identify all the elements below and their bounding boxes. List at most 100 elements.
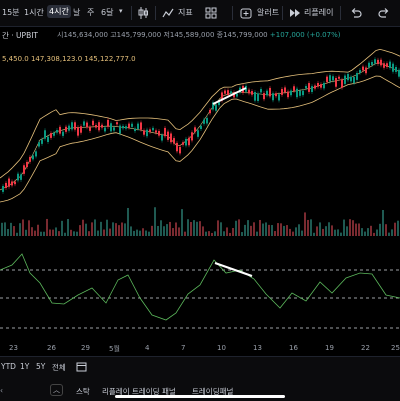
candle bbox=[269, 87, 271, 97]
trend-line-oscillator[interactable] bbox=[214, 262, 253, 277]
candle bbox=[251, 91, 253, 95]
volume-bar bbox=[271, 225, 273, 236]
chevron-down-icon[interactable]: ▾ bbox=[119, 7, 123, 15]
candle bbox=[329, 75, 331, 82]
candle bbox=[77, 127, 79, 136]
chevron-up-icon[interactable]: ︿ bbox=[50, 384, 63, 396]
toolbar-divider bbox=[232, 6, 233, 20]
legend-open: 시145,634,000 bbox=[57, 31, 108, 39]
volume-bar bbox=[154, 207, 156, 236]
candle bbox=[374, 59, 376, 64]
time-axis-label: 26 bbox=[47, 344, 56, 352]
volume-bar bbox=[352, 220, 354, 236]
volume-bar bbox=[364, 231, 366, 236]
candle bbox=[89, 127, 91, 131]
candle bbox=[23, 165, 25, 174]
volume-bar bbox=[76, 231, 78, 236]
candle bbox=[248, 89, 250, 94]
candle bbox=[188, 137, 190, 146]
candle bbox=[314, 85, 316, 89]
candle bbox=[209, 109, 211, 114]
alert-icon[interactable] bbox=[240, 7, 252, 19]
alert-button[interactable]: 알러트 bbox=[257, 7, 279, 18]
home-indicator bbox=[115, 395, 285, 398]
indicators-button[interactable]: 지표 bbox=[178, 7, 193, 18]
interval-week[interactable]: 주 bbox=[87, 7, 94, 18]
volume-bar bbox=[373, 232, 375, 236]
time-axis-label: 13 bbox=[253, 344, 262, 352]
volume-bar bbox=[343, 219, 345, 236]
candle bbox=[116, 122, 118, 125]
candle bbox=[281, 88, 283, 95]
volume-bar bbox=[325, 226, 327, 236]
candle bbox=[164, 127, 166, 137]
candle bbox=[278, 94, 280, 101]
volume-bar bbox=[199, 221, 201, 236]
candle bbox=[26, 161, 28, 168]
volume-bar bbox=[10, 222, 12, 236]
layout-icon[interactable] bbox=[205, 7, 217, 19]
candle-icon[interactable] bbox=[138, 7, 148, 19]
candle bbox=[260, 88, 262, 93]
volume-bar bbox=[133, 230, 135, 236]
candle bbox=[380, 59, 382, 66]
price-chart[interactable] bbox=[0, 26, 400, 356]
candle bbox=[236, 93, 238, 97]
candle bbox=[182, 142, 184, 145]
candle bbox=[197, 130, 199, 137]
volume-bar bbox=[226, 227, 228, 236]
volume-bar bbox=[310, 219, 312, 236]
trend-line-price[interactable] bbox=[212, 87, 247, 105]
candle bbox=[305, 86, 307, 89]
volume-bar bbox=[313, 232, 315, 236]
time-axis-label: 29 bbox=[81, 344, 90, 352]
chevron-left-icon[interactable]: ‹ bbox=[0, 386, 3, 395]
volume-bar bbox=[370, 225, 372, 236]
indicators-icon[interactable] bbox=[162, 7, 174, 19]
candle bbox=[35, 151, 37, 157]
redo-icon[interactable] bbox=[378, 7, 390, 19]
volume-bar bbox=[43, 231, 45, 236]
range-1y[interactable]: 1Y bbox=[20, 362, 29, 371]
candle bbox=[53, 132, 55, 136]
replay-icon[interactable] bbox=[289, 8, 301, 18]
stock-tab[interactable]: 스탁 bbox=[76, 386, 90, 397]
toolbar-divider bbox=[340, 6, 341, 20]
interval-4h[interactable]: 4시간 bbox=[47, 5, 71, 18]
legend-low: 저145,589,000 bbox=[163, 31, 215, 39]
volume-bar bbox=[361, 228, 363, 236]
volume-bar bbox=[163, 226, 165, 236]
volume-bar bbox=[52, 229, 54, 236]
candle bbox=[293, 86, 295, 91]
volume-bar bbox=[355, 223, 357, 236]
time-axis-label: 23 bbox=[9, 344, 18, 352]
candle bbox=[284, 87, 286, 93]
volume-bar bbox=[178, 227, 180, 236]
undo-icon[interactable] bbox=[350, 7, 362, 19]
volume-bar bbox=[61, 220, 63, 236]
candle bbox=[272, 93, 274, 101]
candle bbox=[356, 72, 358, 80]
calendar-icon[interactable] bbox=[76, 361, 87, 372]
range-all[interactable]: 전체 bbox=[52, 362, 66, 373]
candle bbox=[44, 130, 46, 139]
volume-bar bbox=[286, 225, 288, 236]
interval-1h[interactable]: 1시간 bbox=[24, 7, 44, 18]
range-5y[interactable]: 5Y bbox=[36, 362, 45, 371]
candle bbox=[65, 126, 67, 132]
interval-15m[interactable]: 15분 bbox=[2, 7, 20, 18]
replay-button[interactable]: 리플레이 bbox=[304, 7, 333, 18]
candle bbox=[41, 139, 43, 144]
volume-bar bbox=[229, 232, 231, 236]
candle bbox=[266, 90, 268, 96]
bb-lower-line bbox=[0, 75, 400, 203]
volume-bar bbox=[235, 220, 237, 236]
interval-6month[interactable]: 6달 bbox=[101, 7, 113, 18]
oscillator-line bbox=[0, 253, 400, 321]
volume-bar bbox=[79, 225, 81, 236]
interval-day[interactable]: 날 bbox=[73, 7, 80, 18]
candle bbox=[104, 127, 106, 132]
candle bbox=[332, 76, 334, 81]
volume-bar bbox=[175, 222, 177, 236]
range-ytd[interactable]: YTD bbox=[1, 362, 16, 371]
